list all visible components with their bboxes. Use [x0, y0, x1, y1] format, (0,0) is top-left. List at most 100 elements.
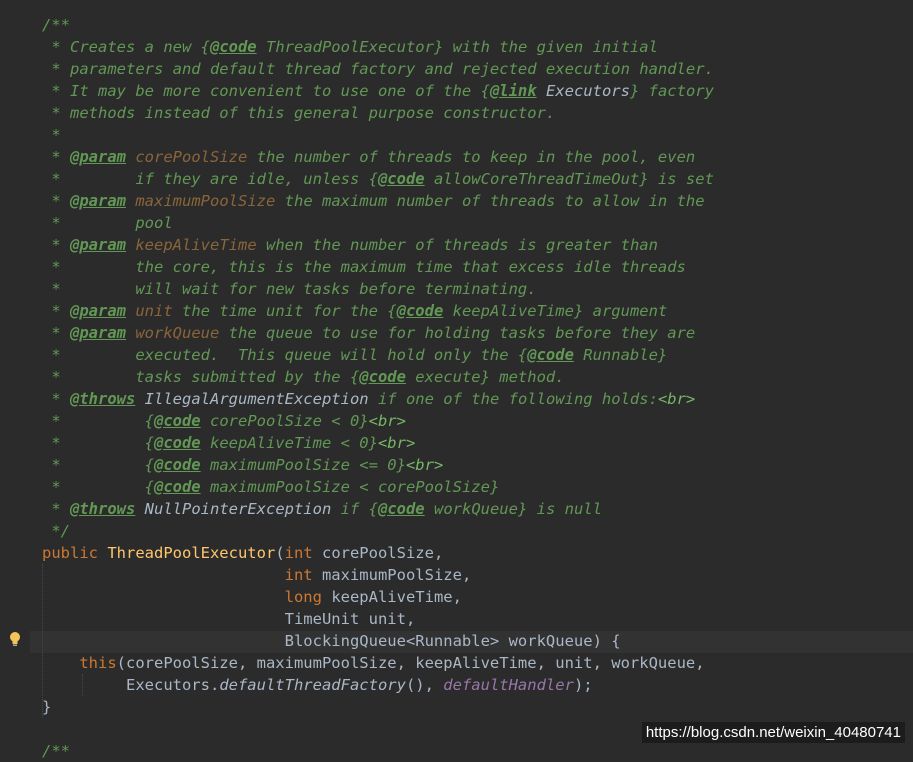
- code-token: if one of the following holds:: [368, 390, 658, 408]
- code-token: keepAliveTime < 0}: [200, 434, 378, 452]
- code-line[interactable]: * @throws IllegalArgumentException if on…: [42, 388, 714, 410]
- code-line[interactable]: * @param maximumPoolSize the maximum num…: [42, 190, 714, 212]
- code-token: /**: [42, 16, 70, 34]
- code-token: the number of threads to keep in the poo…: [247, 148, 696, 166]
- code-line[interactable]: }: [42, 696, 714, 718]
- code-token: @code: [377, 170, 425, 188]
- code-token: long: [284, 588, 332, 606]
- code-token: int: [284, 544, 322, 562]
- code-token: (: [275, 544, 285, 562]
- code-line[interactable]: TimeUnit unit,: [42, 608, 714, 630]
- code-token: int: [284, 566, 322, 584]
- code-line[interactable]: * methods instead of this general purpos…: [42, 102, 714, 124]
- code-token: * Creates a new {: [42, 38, 210, 56]
- code-line[interactable]: * Creates a new {@code ThreadPoolExecuto…: [42, 36, 714, 58]
- code-token: @link: [489, 82, 537, 100]
- code-token: NullPointerException: [144, 500, 332, 518]
- code-line[interactable]: [42, 718, 714, 740]
- code-line[interactable]: * @throws NullPointerException if {@code…: [42, 498, 714, 520]
- code-token: keepAliveTime} argument: [443, 302, 668, 320]
- code-token: }: [42, 698, 52, 716]
- code-token: *: [42, 324, 70, 342]
- code-token: workQueue: [135, 324, 220, 342]
- code-line[interactable]: * @param workQueue the queue to use for …: [42, 322, 714, 344]
- code-line[interactable]: /**: [42, 740, 714, 762]
- code-token: *: [42, 126, 61, 144]
- code-token: corePoolSize: [135, 148, 248, 166]
- code-line[interactable]: * {@code keepAliveTime < 0}<br>: [42, 432, 714, 454]
- code-line[interactable]: * {@code maximumPoolSize <= 0}<br>: [42, 454, 714, 476]
- code-token: Runnable}: [573, 346, 668, 364]
- code-line[interactable]: */: [42, 520, 714, 542]
- code-line[interactable]: int maximumPoolSize,: [42, 564, 714, 586]
- code-token: Executors: [545, 82, 630, 100]
- code-line[interactable]: public ThreadPoolExecutor(int corePoolSi…: [42, 542, 714, 564]
- code-line[interactable]: * {@code corePoolSize < 0}<br>: [42, 410, 714, 432]
- code-token: keepAliveTime: [135, 236, 257, 254]
- code-token: *: [42, 192, 70, 210]
- watermark-text: https://blog.csdn.net/weixin_40480741: [641, 722, 905, 743]
- code-token: corePoolSize < 0}: [200, 412, 369, 430]
- code-line[interactable]: /**: [42, 14, 714, 36]
- code-line[interactable]: *: [42, 124, 714, 146]
- code-editor[interactable]: /** * Creates a new {@code ThreadPoolExe…: [0, 0, 913, 760]
- code-line[interactable]: * tasks submitted by the {@code execute}…: [42, 366, 714, 388]
- code-token: /**: [42, 742, 70, 760]
- code-token: ThreadPoolExecutor} with the given initi…: [256, 38, 658, 56]
- code-token: *: [42, 148, 70, 166]
- code-line[interactable]: * will wait for new tasks before termina…: [42, 278, 714, 300]
- code-line[interactable]: this(corePoolSize, maximumPoolSize, keep…: [42, 652, 714, 674]
- code-lines[interactable]: /** * Creates a new {@code ThreadPoolExe…: [42, 14, 714, 762]
- code-line[interactable]: * @param corePoolSize the number of thre…: [42, 146, 714, 168]
- code-token: defaultThreadFactory: [219, 676, 406, 694]
- code-token: @code: [527, 346, 574, 364]
- code-token: TimeUnit unit,: [42, 610, 416, 628]
- code-line[interactable]: Executors.defaultThreadFactory(), defaul…: [42, 674, 714, 696]
- code-line[interactable]: * executed. This queue will hold only th…: [42, 344, 714, 366]
- code-line[interactable]: * It may be more convenient to use one o…: [42, 80, 714, 102]
- code-line[interactable]: BlockingQueue<Runnable> workQueue) {: [42, 630, 714, 652]
- code-token: * if they are idle, unless {: [42, 170, 378, 188]
- code-token: * will wait for new tasks before termina…: [42, 280, 537, 298]
- code-token: corePoolSize,: [321, 544, 444, 562]
- code-token: @code: [153, 434, 201, 452]
- code-token: maximumPoolSize <= 0}: [200, 456, 406, 474]
- code-token: * tasks submitted by the {: [42, 368, 360, 386]
- code-token: if {: [331, 500, 378, 518]
- code-line[interactable]: * if they are idle, unless {@code allowC…: [42, 168, 714, 190]
- code-token: *: [42, 500, 70, 518]
- code-token: );: [573, 676, 593, 694]
- lightbulb-icon[interactable]: [8, 631, 22, 647]
- code-token: keepAliveTime,: [331, 588, 462, 606]
- code-token: @code: [153, 412, 201, 430]
- code-line[interactable]: * pool: [42, 212, 714, 234]
- code-token: the maximum number of threads to allow i…: [275, 192, 705, 210]
- code-line[interactable]: long keepAliveTime,: [42, 586, 714, 608]
- code-token: @code: [209, 38, 257, 56]
- code-token: *: [42, 302, 70, 320]
- code-line[interactable]: * {@code maximumPoolSize < corePoolSize}: [42, 476, 714, 498]
- code-line[interactable]: * the core, this is the maximum time tha…: [42, 256, 714, 278]
- code-token: *: [42, 390, 70, 408]
- code-token: * executed. This queue will hold only th…: [42, 346, 528, 364]
- code-token: * methods instead of this general purpos…: [42, 104, 556, 122]
- code-token: execute} method.: [405, 368, 565, 386]
- code-token: public: [42, 544, 108, 562]
- code-token: <br>: [368, 412, 406, 430]
- code-token: maximumPoolSize,: [321, 566, 472, 584]
- code-line[interactable]: * @param unit the time unit for the {@co…: [42, 300, 714, 322]
- code-token: * parameters and default thread factory …: [42, 60, 714, 78]
- code-line[interactable]: * parameters and default thread factory …: [42, 58, 714, 80]
- code-token: @code: [153, 456, 201, 474]
- code-line[interactable]: * @param keepAliveTime when the number o…: [42, 234, 714, 256]
- code-token: (corePoolSize, maximumPoolSize, keepAliv…: [116, 654, 705, 672]
- code-token: this: [79, 654, 117, 672]
- code-token: @param: [70, 236, 126, 254]
- code-token: IllegalArgumentException: [144, 390, 369, 408]
